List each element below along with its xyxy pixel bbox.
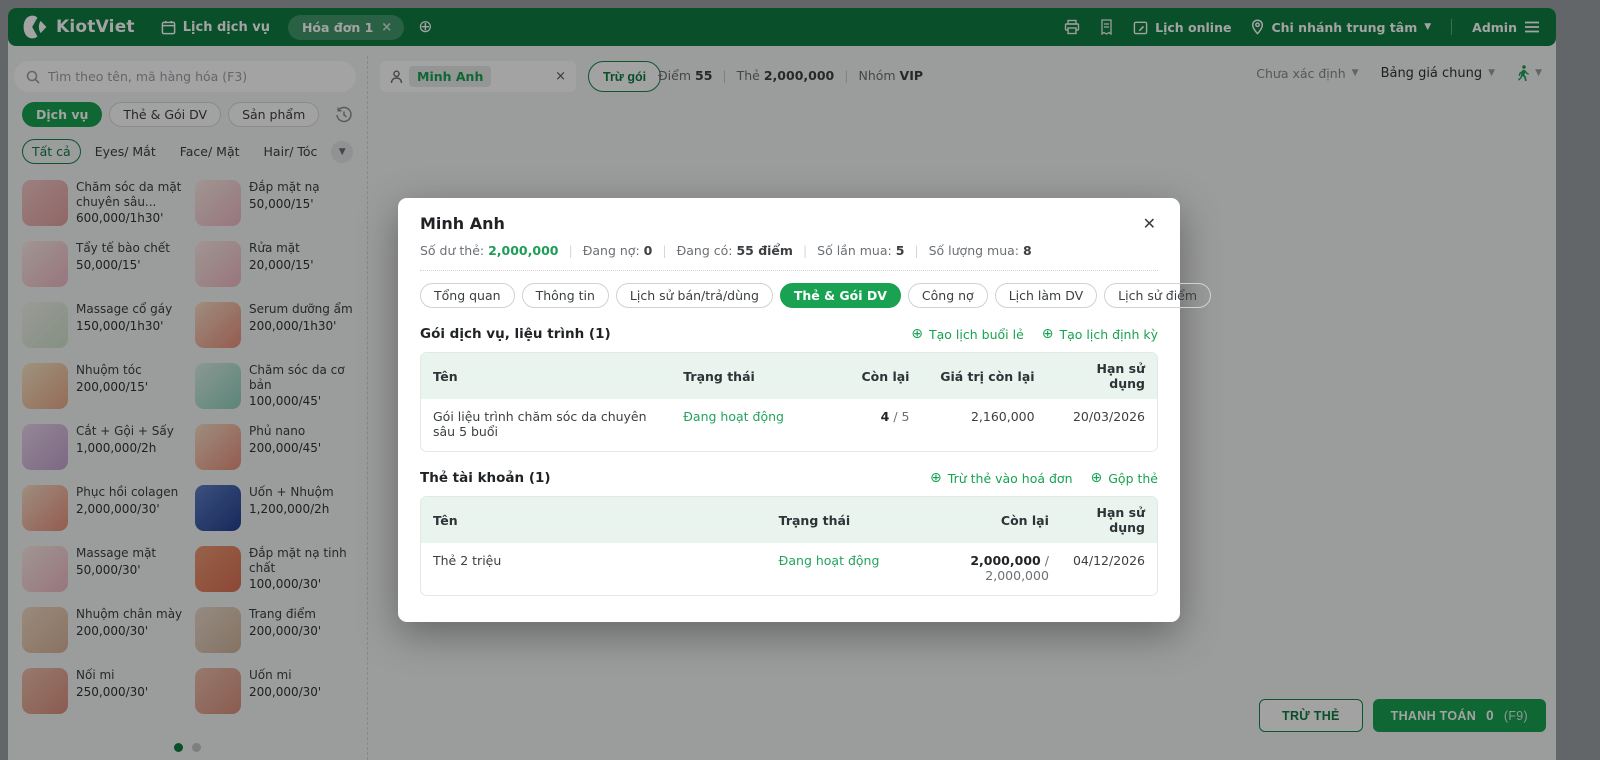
summary-stat: Số dư thẻ: 2,000,000 <box>420 243 559 258</box>
modal-title: Minh Anh <box>420 214 505 233</box>
card-remaining: 2,000,000 / 2,000,000 <box>913 543 1061 595</box>
plus-circle-icon: ⊕ <box>930 470 942 486</box>
action-gop-the[interactable]: ⊕ Gộp thẻ <box>1091 471 1159 486</box>
column-header: Tên <box>421 497 767 543</box>
package-expiry: 20/03/2026 <box>1046 399 1157 451</box>
modal-tab-the-goi-dv[interactable]: Thẻ & Gói DV <box>779 283 901 308</box>
column-header: Hạn sử dụng <box>1060 497 1157 543</box>
section-title-cards: Thẻ tài khoản (1) <box>420 470 551 486</box>
action-label: Trừ thẻ vào hoá đơn <box>947 470 1073 486</box>
table-row[interactable]: Gói liệu trình chăm sóc da chuyên sâu 5 … <box>421 399 1157 451</box>
column-header: Trạng thái <box>766 497 914 543</box>
column-header: Tên <box>421 353 672 399</box>
column-header: Trạng thái <box>671 353 826 399</box>
action-label: Tạo lịch buổi lẻ <box>929 326 1024 342</box>
summary-stat: Số lượng mua: 8 <box>928 243 1032 258</box>
modal-tab-cong-no[interactable]: Công nợ <box>907 283 988 308</box>
summary-stat: Đang có: 55 điểm <box>676 243 793 258</box>
customer-detail-modal: Minh Anh ✕ Số dư thẻ: 2,000,000 | Đang nợ:… <box>398 198 1212 622</box>
summary-stat: Số lần mua: 5 <box>817 243 905 258</box>
customer-summary: Số dư thẻ: 2,000,000 | Đang nợ: 0 | Đang có:… <box>420 243 1158 271</box>
modal-tabs: Tổng quan Thông tin Lịch sử bán/trả/dùng Th… <box>420 283 1212 308</box>
modal-tab-lich-lam-dv[interactable]: Lịch làm DV <box>994 283 1098 308</box>
table-row[interactable]: Thẻ 2 triệu Đang hoạt động 2,000,000 / 2… <box>421 543 1157 595</box>
plus-circle-icon: ⊕ <box>911 326 924 342</box>
action-label: Tạo lịch định kỳ <box>1059 326 1159 342</box>
section1-actions: ⊕ Tạo lịch buổi lẻ ⊕ Tạo lịch định kỳ <box>911 327 1158 342</box>
column-header: Còn lại <box>913 497 1061 543</box>
column-header: Hạn sử dụng <box>1046 353 1157 399</box>
divider: | <box>914 243 919 258</box>
modal-tab-lich-su-diem[interactable]: Lịch sử điểm <box>1104 283 1212 308</box>
plus-circle-icon: ⊕ <box>1041 326 1054 342</box>
card-name: Thẻ 2 triệu <box>421 543 767 595</box>
action-label: Gộp thẻ <box>1108 470 1158 486</box>
section-title-packages: Gói dịch vụ, liệu trình (1) <box>420 326 611 342</box>
action-tao-lich-dinh-ky[interactable]: ⊕ Tạo lịch định kỳ <box>1042 327 1158 342</box>
card-status: Đang hoạt động <box>766 543 914 595</box>
packages-table: Tên Trạng thái Còn lại Giá trị còn lại Hạn s… <box>420 352 1158 452</box>
action-tru-the-vao-hoa-don[interactable]: ⊕ Trừ thẻ vào hoá đơn <box>930 471 1072 486</box>
close-modal-icon[interactable]: ✕ <box>1141 214 1158 234</box>
package-name: Gói liệu trình chăm sóc da chuyên sâu 5 … <box>421 399 672 451</box>
package-value-remaining: 2,160,000 <box>921 399 1047 451</box>
package-remaining: 4 / 5 <box>825 399 922 451</box>
action-tao-lich-buoi-le[interactable]: ⊕ Tạo lịch buổi lẻ <box>911 327 1023 342</box>
plus-circle-icon: ⊕ <box>1090 470 1103 486</box>
card-expiry: 04/12/2026 <box>1060 543 1157 595</box>
package-status: Đang hoạt động <box>671 399 826 451</box>
divider: | <box>568 243 573 258</box>
section2-actions: ⊕ Trừ thẻ vào hoá đơn ⊕ Gộp thẻ <box>930 471 1158 486</box>
modal-tab-tong-quan[interactable]: Tổng quan <box>420 283 515 308</box>
modal-tab-lich-su-ban[interactable]: Lịch sử bán/trả/dùng <box>615 283 773 308</box>
modal-tab-thong-tin[interactable]: Thông tin <box>521 283 609 308</box>
cards-table: Tên Trạng thái Còn lại Hạn sử dụng Thẻ 2 tr… <box>420 496 1158 596</box>
column-header: Giá trị còn lại <box>921 353 1047 399</box>
divider: | <box>662 243 667 258</box>
column-header: Còn lại <box>825 353 922 399</box>
summary-stat: Đang nợ: 0 <box>582 243 653 258</box>
divider: | <box>802 243 808 258</box>
